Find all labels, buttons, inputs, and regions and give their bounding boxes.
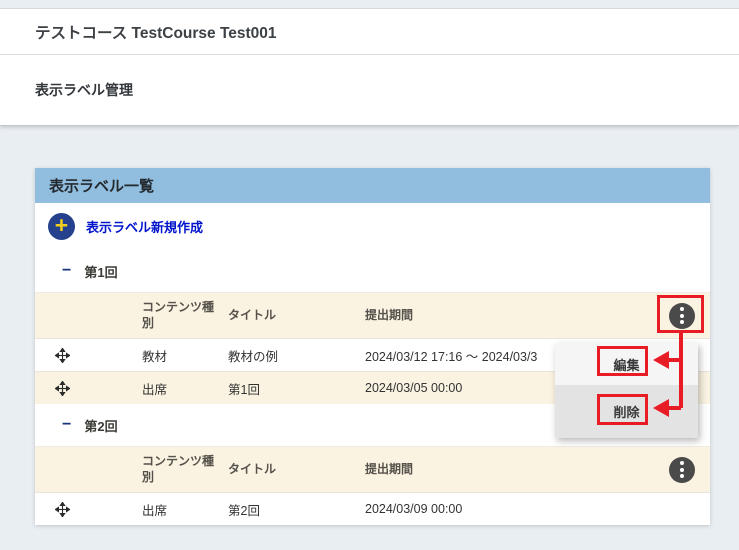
table-row: 出席 第2回 2024/03/09 00:00 bbox=[35, 492, 710, 525]
course-title: テストコース TestCourse Test001 bbox=[0, 9, 739, 55]
move-icon bbox=[55, 381, 70, 396]
table-2-header-row: コンテンツ種別 タイトル 提出期間 bbox=[35, 446, 710, 492]
section-1-label: 第1回 bbox=[84, 262, 117, 281]
column-title: タイトル bbox=[228, 308, 365, 324]
section-1-header: − 第1回 bbox=[35, 250, 710, 292]
cell-title: 第2回 bbox=[228, 500, 365, 519]
top-header: テストコース TestCourse Test001 表示ラベル管理 bbox=[0, 8, 739, 126]
cell-title: 教材の例 bbox=[228, 346, 365, 365]
column-content-type: コンテンツ種別 bbox=[142, 300, 228, 331]
create-label-link[interactable]: + 表示ラベル新規作成 bbox=[35, 203, 710, 250]
plus-icon: + bbox=[48, 213, 75, 240]
collapse-icon[interactable]: − bbox=[62, 416, 71, 434]
drag-handle[interactable] bbox=[35, 348, 142, 363]
move-icon bbox=[55, 502, 70, 517]
kebab-menu-icon[interactable] bbox=[669, 303, 695, 329]
cell-content-type: 教材 bbox=[142, 346, 228, 365]
cell-period: 2024/03/09 00:00 bbox=[365, 502, 654, 516]
table-2-menu-cell bbox=[654, 457, 710, 483]
drag-handle[interactable] bbox=[35, 502, 142, 517]
collapse-icon[interactable]: − bbox=[62, 262, 71, 280]
section-2-label: 第2回 bbox=[84, 416, 117, 435]
move-icon bbox=[55, 348, 70, 363]
column-title: タイトル bbox=[228, 462, 365, 478]
kebab-menu-icon[interactable] bbox=[669, 457, 695, 483]
cell-content-type: 出席 bbox=[142, 379, 228, 398]
column-content-type: コンテンツ種別 bbox=[142, 454, 228, 485]
table-1-menu-cell bbox=[654, 303, 710, 329]
create-label-text: 表示ラベル新規作成 bbox=[86, 217, 203, 236]
table-1-header-row: コンテンツ種別 タイトル 提出期間 bbox=[35, 292, 710, 338]
column-period: 提出期間 bbox=[365, 462, 654, 478]
menu-item-edit[interactable]: 編集 bbox=[555, 343, 698, 385]
menu-item-delete[interactable]: 削除 bbox=[555, 385, 698, 438]
page-title: 表示ラベル管理 bbox=[0, 55, 739, 125]
column-period: 提出期間 bbox=[365, 308, 654, 324]
row-context-menu: 編集 削除 bbox=[555, 343, 698, 438]
panel-title: 表示ラベル一覧 bbox=[35, 168, 710, 203]
page: テストコース TestCourse Test001 表示ラベル管理 表示ラベル一… bbox=[0, 0, 739, 550]
cell-title: 第1回 bbox=[228, 379, 365, 398]
drag-handle[interactable] bbox=[35, 381, 142, 396]
cell-content-type: 出席 bbox=[142, 500, 228, 519]
